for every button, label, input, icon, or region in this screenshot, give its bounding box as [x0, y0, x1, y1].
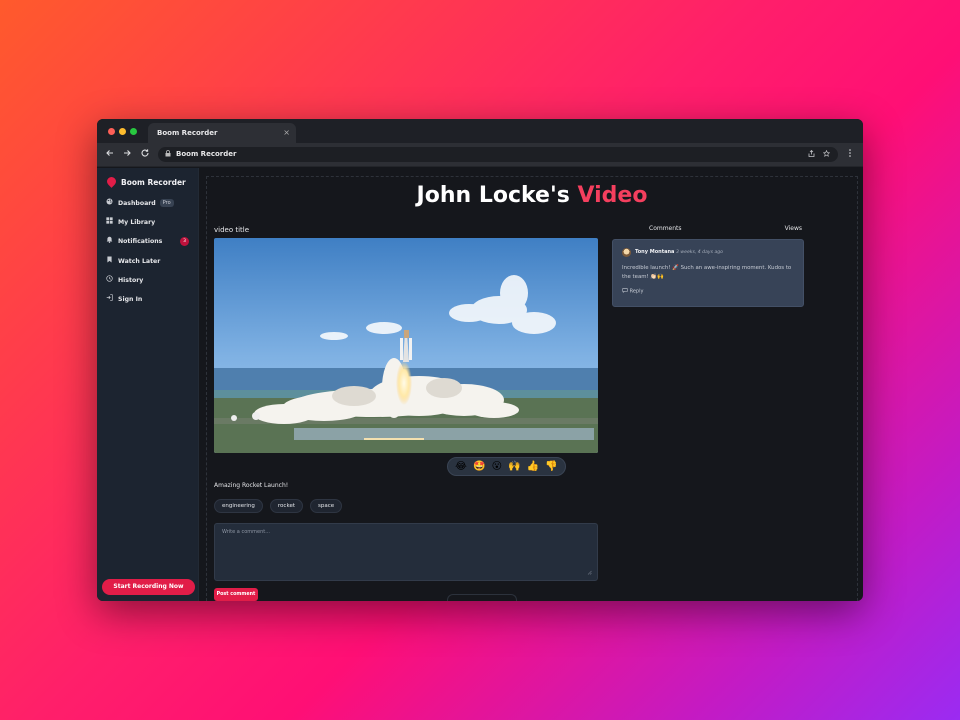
- tag-engineering[interactable]: engineering: [214, 499, 263, 513]
- reply-label: Reply: [629, 288, 644, 295]
- tab-views[interactable]: Views: [785, 225, 802, 232]
- post-comment-button[interactable]: Post comment: [214, 588, 258, 601]
- sidebar: Boom Recorder Dashboard Pro My Library N…: [97, 168, 199, 601]
- comment-placeholder: Write a comment...: [222, 529, 270, 535]
- page-title-prefix: John Locke's: [416, 183, 578, 208]
- comment-timestamp: 3 weeks, 4 days ago: [676, 249, 723, 255]
- brand-logo-icon: [105, 175, 118, 188]
- tag-rocket[interactable]: rocket: [269, 499, 303, 513]
- maximize-window-button[interactable]: [130, 128, 137, 135]
- start-recording-button[interactable]: Start Recording Now: [102, 579, 195, 595]
- browser-window: Boom Recorder × Boom Recorder Boom Recor…: [97, 119, 863, 601]
- browser-tab[interactable]: Boom Recorder ×: [148, 123, 296, 143]
- video-description: Amazing Rocket Launch!: [214, 482, 289, 489]
- brand-name: Boom Recorder: [121, 178, 186, 187]
- sidebar-item-notifications[interactable]: Notifications 3: [105, 235, 193, 254]
- avatar[interactable]: [622, 248, 631, 257]
- reaction-star-eyes[interactable]: 🤩: [473, 461, 485, 473]
- video-player[interactable]: [214, 238, 598, 453]
- browser-toolbar: Boom Recorder: [97, 143, 863, 167]
- tab-comments[interactable]: Comments: [649, 225, 682, 232]
- tab-close-icon[interactable]: ×: [283, 123, 290, 143]
- more-menu-icon[interactable]: [844, 148, 856, 160]
- comment-card: Tony Montana 3 weeks, 4 days ago Incredi…: [612, 239, 804, 307]
- rocket-launch-video-frame: [214, 238, 598, 453]
- minimize-window-button[interactable]: [119, 128, 126, 135]
- bookmark-icon: [105, 255, 113, 268]
- tag-space[interactable]: space: [309, 499, 343, 513]
- comment-input[interactable]: Write a comment...: [214, 523, 598, 581]
- main-content: John Locke's Video video title 😂 🤩 😮 🙌 👍…: [206, 176, 858, 601]
- clock-icon: [105, 274, 113, 287]
- notification-count-badge: 3: [180, 237, 189, 247]
- sidebar-item-watch-later[interactable]: Watch Later: [105, 255, 193, 274]
- reload-icon[interactable]: [139, 148, 151, 160]
- sidebar-item-history[interactable]: History: [105, 274, 193, 293]
- close-window-button[interactable]: [108, 128, 115, 135]
- sidebar-item-my-library[interactable]: My Library: [105, 216, 193, 235]
- video-title: video title: [214, 226, 250, 234]
- reaction-surprised[interactable]: 😮: [492, 461, 502, 473]
- page-title: John Locke's Video: [207, 183, 857, 208]
- reaction-bar: 😂 🤩 😮 🙌 👍 👎: [447, 457, 566, 476]
- comment-author[interactable]: Tony Montana: [635, 249, 674, 255]
- sidebar-item-label: History: [118, 276, 144, 284]
- address-bar[interactable]: Boom Recorder: [158, 147, 838, 162]
- lock-icon: [165, 147, 171, 162]
- resize-grip-icon[interactable]: [587, 570, 592, 577]
- sidebar-item-label: Dashboard: [118, 200, 156, 207]
- reaction-thumbs-up[interactable]: 👍: [527, 461, 539, 473]
- reaction-raised-hands[interactable]: 🙌: [508, 461, 520, 473]
- sidebar-item-dashboard[interactable]: Dashboard Pro: [105, 197, 193, 216]
- share-icon[interactable]: [808, 147, 815, 162]
- sidebar-item-label: Sign In: [118, 295, 143, 303]
- comment-text: Incredible launch! 🚀 Such an awe-inspiri…: [622, 265, 792, 280]
- reaction-laughing[interactable]: 😂: [455, 461, 467, 473]
- forward-icon[interactable]: [121, 148, 133, 160]
- bookmark-star-icon[interactable]: [822, 147, 831, 162]
- tag-list: engineering rocket space: [214, 499, 343, 513]
- grid-icon: [105, 216, 113, 229]
- comment-header: Tony Montana 3 weeks, 4 days ago: [622, 248, 794, 258]
- pro-badge: Pro: [159, 199, 174, 207]
- bell-icon: [105, 235, 113, 248]
- panel-tabs: Comments Views: [612, 225, 804, 235]
- palette-icon: [105, 197, 113, 210]
- page-title-accent: Video: [577, 183, 648, 208]
- back-icon[interactable]: [104, 148, 116, 160]
- sidebar-item-label: My Library: [118, 219, 156, 227]
- tab-strip: Boom Recorder ×: [97, 119, 863, 143]
- address-text: Boom Recorder: [176, 150, 237, 158]
- reply-button[interactable]: Reply: [622, 288, 794, 295]
- sidebar-item-label: Notifications: [118, 238, 163, 246]
- reaction-thumbs-down[interactable]: 👎: [545, 461, 557, 473]
- sign-in-icon: [105, 293, 113, 306]
- tab-title: Boom Recorder: [157, 129, 218, 137]
- sidebar-item-sign-in[interactable]: Sign In: [105, 293, 193, 312]
- sidebar-item-label: Watch Later: [118, 257, 161, 265]
- sidebar-nav: DashboardPro My Library Notifications 3: [105, 197, 193, 312]
- floating-toolbar-peek: [447, 594, 517, 601]
- page-content: Boom Recorder Dashboard Pro My Library N…: [97, 168, 863, 601]
- brand[interactable]: Boom Recorder: [105, 175, 186, 188]
- reply-icon: [622, 288, 628, 293]
